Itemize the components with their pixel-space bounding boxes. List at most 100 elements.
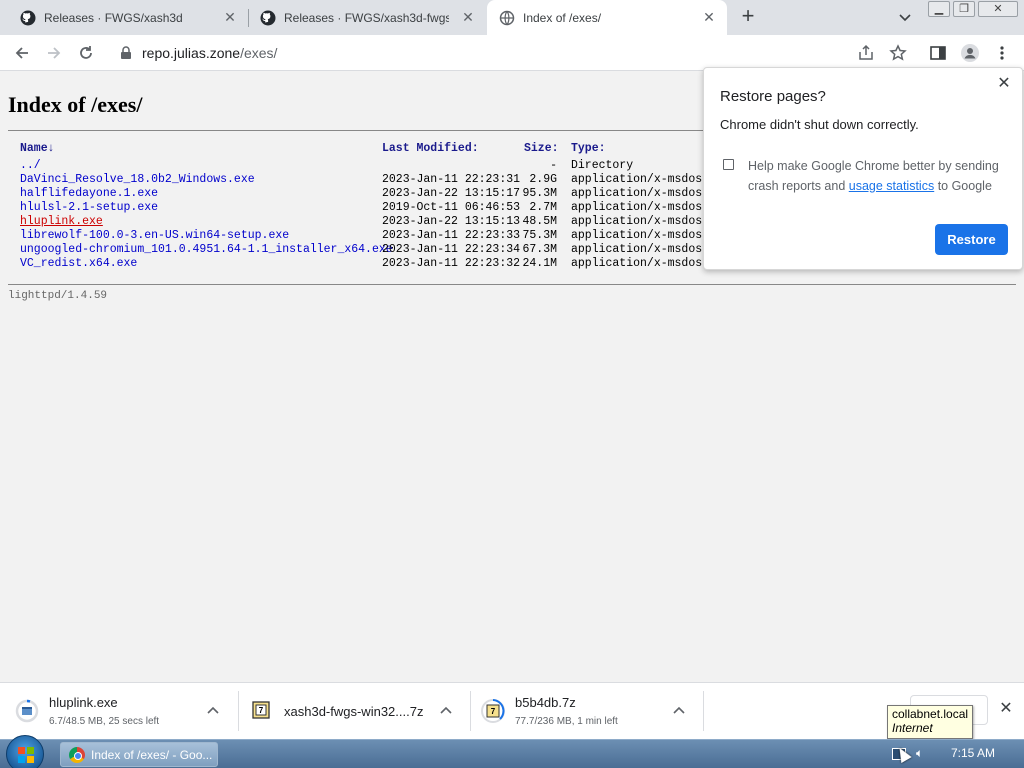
forward-button[interactable] (42, 41, 66, 65)
profile-button[interactable] (958, 41, 982, 65)
side-panel-icon (930, 46, 946, 60)
close-tab-icon[interactable]: ✕ (222, 9, 238, 25)
download-name: b5b4db.7z (515, 695, 576, 710)
star-icon (889, 44, 907, 61)
download-name: hluplink.exe (49, 695, 118, 710)
tab-title: Index of /exes/ (523, 10, 602, 25)
file-type: application/x-msdos-p (571, 201, 716, 214)
file-modified: 2023-Jan-22 13:15:13 (382, 215, 521, 228)
download-progress-icon (15, 699, 39, 723)
file-size: 75.3M (522, 229, 557, 242)
globe-icon (499, 10, 515, 26)
taskbar-chrome-button[interactable]: Index of /exes/ - Goo... (60, 742, 218, 767)
tab-index-of-exes[interactable]: Index of /exes/ ✕ (487, 0, 727, 35)
url-host: repo.julias.zone (142, 45, 241, 61)
server-signature: lighttpd/1.4.59 (8, 290, 108, 302)
url-text: repo.julias.zone/exes/ (142, 45, 277, 61)
dialog-title: Restore pages? (720, 88, 826, 105)
maximize-button[interactable]: ❐ (953, 1, 975, 17)
address-bar[interactable]: repo.julias.zone/exes/ (110, 39, 918, 67)
file-modified: 2023-Jan-22 13:15:17 (382, 187, 521, 200)
volume-icon[interactable]: 🔈︎ (916, 746, 923, 761)
column-modified-header[interactable]: Last Modified: (382, 142, 479, 155)
file-type: application/x-msdos-p (571, 243, 716, 256)
dialog-message: Chrome didn't shut down correctly. (720, 117, 919, 132)
file-modified: 2023-Jan-11 22:23:31 (382, 173, 521, 186)
file-link[interactable]: hlulsl-2.1-setup.exe (20, 201, 158, 214)
close-tab-icon[interactable]: ✕ (460, 9, 476, 25)
shelf-divider (238, 691, 239, 731)
chevron-up-icon[interactable] (438, 703, 454, 719)
chevron-up-icon[interactable] (205, 703, 221, 719)
download-status: 77.7/236 MB, 1 min left (515, 716, 618, 727)
download-shelf: hluplink.exe 6.7/48.5 MB, 25 secs left 7… (0, 682, 1024, 739)
side-panel-button[interactable] (926, 41, 950, 65)
minimize-button[interactable]: ▁ (928, 1, 950, 17)
file-link[interactable]: ../ (20, 159, 41, 172)
svg-text:7: 7 (259, 706, 264, 715)
download-item[interactable]: hluplink.exe 6.7/48.5 MB, 25 secs left (15, 691, 230, 733)
tab-search-icon[interactable] (896, 9, 914, 27)
download-item[interactable]: 7 b5b4db.7z 77.7/236 MB, 1 min left (481, 691, 696, 733)
browser-toolbar: repo.julias.zone/exes/ (0, 35, 1024, 71)
back-button[interactable] (10, 41, 34, 65)
file-link[interactable]: ungoogled-chromium_101.0.4951.64-1.1_ins… (20, 243, 393, 256)
lock-icon (121, 46, 131, 59)
menu-button[interactable] (990, 41, 1014, 65)
file-size: 2.7M (529, 201, 557, 214)
usage-statistics-link[interactable]: usage statistics (849, 179, 934, 193)
window-close-button[interactable]: ✕ (978, 1, 1018, 17)
file-type: application/x-msdos-p (571, 229, 716, 242)
restore-pages-dialog: ✕ Restore pages? Chrome didn't shut down… (703, 67, 1023, 270)
svg-text:7: 7 (491, 707, 496, 716)
forward-arrow-icon (48, 47, 61, 59)
divider (8, 284, 1016, 285)
file-size: 67.3M (522, 243, 557, 256)
file-link[interactable]: DaVinci_Resolve_18.0b2_Windows.exe (20, 173, 255, 186)
network-tooltip: collabnet.local Internet access (887, 705, 973, 749)
archive-file-icon: 7 (252, 701, 270, 719)
column-type-header[interactable]: Type: (571, 142, 606, 155)
file-modified: 2023-Jan-11 22:23:34 (382, 243, 521, 256)
crash-report-label: Help make Google Chrome better by sendin… (748, 156, 1008, 196)
shelf-divider (703, 691, 704, 731)
bookmark-button[interactable] (886, 41, 910, 65)
download-name: xash3d-fwgs-win32....7z (284, 704, 424, 719)
file-link-visited[interactable]: hluplink.exe (20, 215, 103, 228)
reload-button[interactable] (74, 41, 98, 65)
page-title: Index of /exes/ (8, 92, 143, 117)
share-button[interactable] (854, 41, 878, 65)
taskbar: Index of /exes/ - Goo... 🔈︎ 7:15 AM (0, 735, 1024, 768)
clock[interactable]: 7:15 AM (951, 746, 995, 760)
tab-releases-xash3d-fwgs[interactable]: Releases · FWGS/xash3d-fwgs · G ✕ (248, 0, 486, 35)
file-type: application/x-msdos-p (571, 173, 716, 186)
tab-releases-xash3d[interactable]: Releases · FWGS/xash3d ✕ (0, 0, 248, 35)
file-size: 2.9G (529, 173, 557, 186)
restore-button[interactable]: Restore (935, 224, 1008, 255)
back-arrow-icon (15, 47, 28, 59)
crash-report-text-end: to Google (934, 179, 992, 193)
github-icon (20, 10, 36, 26)
file-link[interactable]: librewolf-100.0-3.en-US.win64-setup.exe (20, 229, 289, 242)
file-link[interactable]: VC_redist.x64.exe (20, 257, 137, 270)
start-button[interactable] (6, 735, 44, 768)
new-tab-button[interactable]: + (737, 5, 759, 28)
chevron-up-icon[interactable] (671, 703, 687, 719)
kebab-menu-icon (1000, 46, 1004, 60)
file-type: Directory (571, 159, 634, 172)
file-link[interactable]: halflifedayone.1.exe (20, 187, 158, 200)
download-item[interactable]: 7 xash3d-fwgs-win32....7z (250, 691, 460, 733)
column-size-header[interactable]: Size: (524, 142, 571, 155)
close-icon[interactable]: ✕ (996, 76, 1012, 92)
file-size: 24.1M (522, 257, 557, 270)
close-shelf-icon[interactable]: ✕ (998, 701, 1014, 717)
github-icon (260, 10, 276, 26)
share-icon (859, 44, 873, 60)
file-type: application/x-msdos-p (571, 257, 716, 270)
crash-report-checkbox[interactable] (723, 159, 734, 170)
close-tab-icon[interactable]: ✕ (701, 9, 717, 25)
chrome-icon (69, 746, 85, 763)
tab-title: Releases · FWGS/xash3d-fwgs · G (284, 10, 449, 25)
tab-strip: Releases · FWGS/xash3d ✕ Releases · FWGS… (0, 0, 1024, 35)
column-name-header[interactable]: Name↓ (20, 142, 55, 155)
